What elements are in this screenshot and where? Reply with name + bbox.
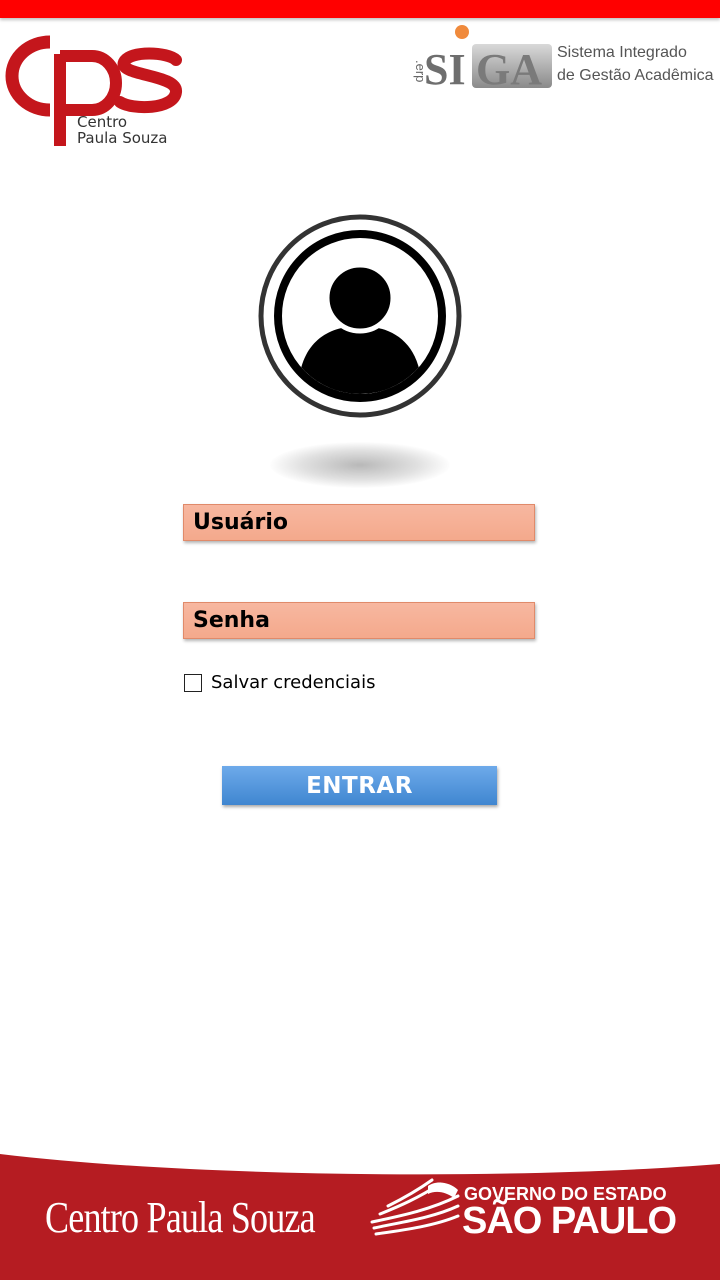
- user-avatar-icon: [258, 214, 462, 418]
- avatar-shadow: [270, 442, 450, 488]
- siga-logo-line2: de Gestão Acadêmica: [557, 67, 714, 84]
- svg-text:GA: GA: [476, 45, 542, 94]
- save-credentials-label[interactable]: Salvar credenciais: [211, 672, 375, 693]
- siga-logo-mark: .erp SI GA: [413, 25, 552, 94]
- password-input[interactable]: [183, 602, 535, 639]
- top-bar: [0, 0, 720, 18]
- sao-paulo-flag-icon: [370, 1178, 460, 1236]
- enter-button[interactable]: ENTRAR: [222, 766, 497, 805]
- save-credentials-row[interactable]: Salvar credenciais: [184, 672, 375, 693]
- svg-text:SI: SI: [424, 45, 466, 94]
- cps-logo-line2: Paula Souza: [77, 129, 168, 147]
- save-credentials-checkbox[interactable]: [184, 673, 202, 692]
- footer-cps-text: Centro Paula Souza: [45, 1193, 316, 1242]
- username-input[interactable]: [183, 504, 535, 541]
- siga-logo-line1: Sistema Integrado: [557, 44, 687, 61]
- sao-paulo-label: SÃO PAULO: [462, 1200, 677, 1242]
- cps-logo: Centro Paula Souza: [0, 22, 190, 152]
- siga-logo: .erp SI GA Sistema Integrado de Gestão A…: [400, 24, 720, 94]
